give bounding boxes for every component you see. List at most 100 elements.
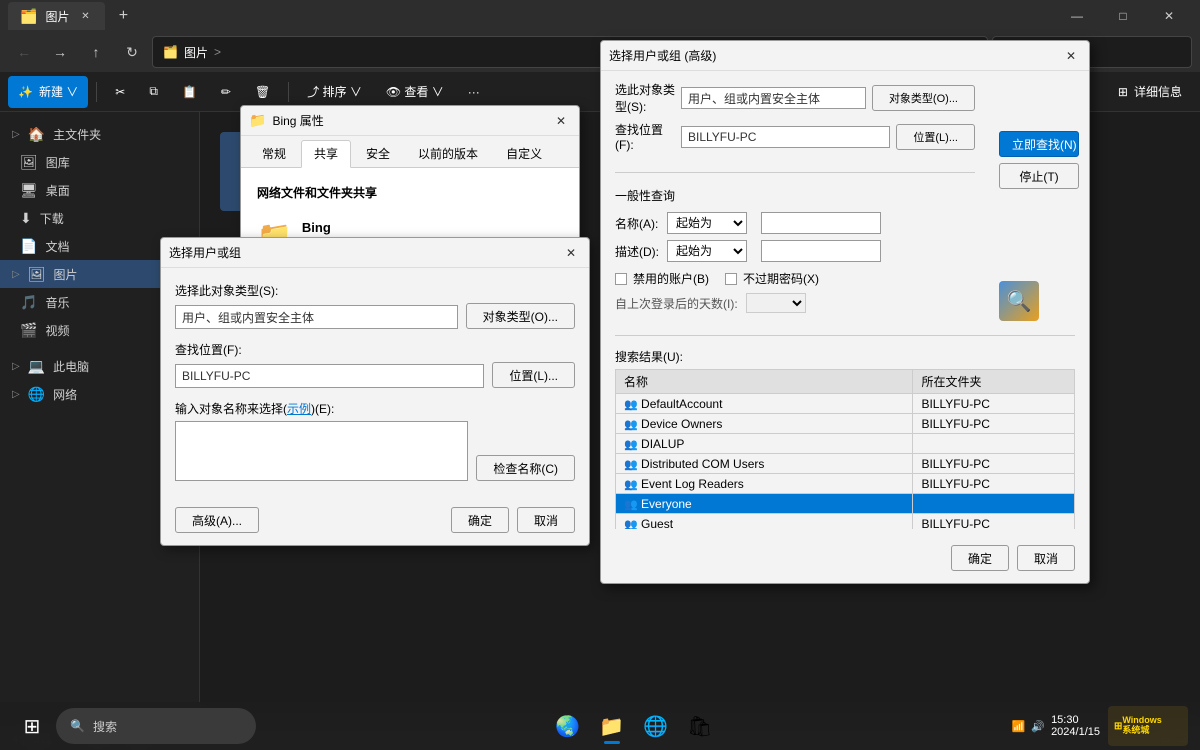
adv-ok-button[interactable]: 确定	[951, 545, 1009, 571]
computer-icon: 💻	[28, 358, 45, 375]
adv-desc-value-input[interactable]	[761, 240, 881, 262]
more-button[interactable]: ···	[458, 76, 490, 108]
select-user-title: 选择用户或组	[169, 244, 555, 261]
adv-noexpire-check[interactable]: 不过期密码(X)	[725, 270, 819, 287]
taskbar-app-1[interactable]: 🌏	[548, 706, 588, 746]
results-scroll-area[interactable]: 名称 所在文件夹 👥 DefaultAccount BILLYFU-PC 👥 D…	[615, 369, 1075, 529]
table-row[interactable]: 👥 Event Log Readers BILLYFU-PC	[616, 474, 1075, 494]
adv-cancel-button[interactable]: 取消	[1017, 545, 1075, 571]
select-user-dialog[interactable]: 选择用户或组 ✕ 选择此对象类型(S): 用户、组或内置安全主体 对象类型(O)…	[160, 237, 590, 546]
select-ok-button[interactable]: 确定	[451, 507, 509, 533]
find-now-button[interactable]: 立即查找(N)	[999, 131, 1079, 157]
forward-button[interactable]: →	[44, 36, 76, 68]
adv-location-btn[interactable]: 位置(L)...	[896, 124, 975, 150]
details-icon: ⊞	[1118, 85, 1128, 99]
details-button[interactable]: ⊞ 详细信息	[1108, 76, 1192, 108]
network-tray-icon[interactable]: 📶	[1012, 720, 1026, 733]
sidebar-label-music: 音乐	[45, 294, 69, 311]
disabled-label: 禁用的账户(B)	[633, 270, 709, 287]
sidebar-label-downloads: 下载	[40, 210, 64, 227]
location-input: BILLYFU-PC	[175, 364, 484, 388]
tab-previous[interactable]: 以前的版本	[405, 140, 491, 167]
adv-name-select[interactable]: 起始为	[667, 212, 747, 234]
object-type-button[interactable]: 对象类型(O)...	[466, 303, 575, 329]
taskbar-app-explorer[interactable]: 📁	[592, 706, 632, 746]
row-folder: BILLYFU-PC	[913, 454, 1075, 474]
adv-days-select[interactable]	[746, 293, 806, 313]
table-row[interactable]: 👥 Device Owners BILLYFU-PC	[616, 414, 1075, 434]
select-user-close[interactable]: ✕	[561, 243, 581, 263]
minimize-button[interactable]: —	[1054, 0, 1100, 32]
new-tab-button[interactable]: +	[109, 2, 137, 30]
row-name[interactable]: 👥 Guest	[616, 514, 913, 530]
noexpire-checkbox[interactable]	[725, 273, 737, 285]
row-folder: BILLYFU-PC	[913, 394, 1075, 414]
adv-general-title: 一般性查询	[615, 187, 975, 204]
tab-folder-icon: 🗂️	[20, 8, 37, 25]
sidebar-item-desktop[interactable]: 🖥 桌面	[0, 176, 199, 204]
name-textarea[interactable]	[175, 421, 468, 481]
sidebar-item-downloads[interactable]: ⬇ 下载	[0, 204, 199, 232]
row-name[interactable]: 👥 Device Owners	[616, 414, 913, 434]
back-button[interactable]: ←	[8, 36, 40, 68]
table-row[interactable]: 👥 DIALUP	[616, 434, 1075, 454]
row-name[interactable]: 👥 Everyone	[616, 494, 913, 514]
up-button[interactable]: ↑	[80, 36, 112, 68]
location-button[interactable]: 位置(L)...	[492, 362, 575, 388]
stop-button[interactable]: 停止(T)	[999, 163, 1079, 189]
volume-tray-icon[interactable]: 🔊	[1031, 720, 1045, 733]
taskbar-search[interactable]: 🔍 搜索	[56, 708, 256, 744]
taskbar-app-edge[interactable]: 🌐	[636, 706, 676, 746]
adv-name-value-input[interactable]	[761, 212, 881, 234]
taskbar-app-store[interactable]: 🛍	[680, 706, 720, 746]
row-name[interactable]: 👥 DIALUP	[616, 434, 913, 454]
select-cancel-button[interactable]: 取消	[517, 507, 575, 533]
table-row[interactable]: 👥 Guest BILLYFU-PC	[616, 514, 1075, 530]
row-name[interactable]: 👥 DefaultAccount	[616, 394, 913, 414]
bing-props-close[interactable]: ✕	[551, 111, 571, 131]
sidebar-item-gallery[interactable]: 🖼 图库	[0, 148, 199, 176]
tab-security[interactable]: 安全	[353, 140, 403, 167]
row-name[interactable]: 👥 Distributed COM Users	[616, 454, 913, 474]
advanced-button[interactable]: 高级(A)...	[175, 507, 259, 533]
sidebar-label-computer: 此电脑	[53, 358, 89, 375]
select-user-form: 选择此对象类型(S): 用户、组或内置安全主体 对象类型(O)... 查找位置(…	[161, 268, 589, 507]
adv-object-btn[interactable]: 对象类型(O)...	[872, 85, 975, 111]
close-button[interactable]: ✕	[1146, 0, 1192, 32]
sidebar-label-pictures: 图片	[53, 266, 77, 283]
table-row[interactable]: 👥 Distributed COM Users BILLYFU-PC	[616, 454, 1075, 474]
example-link[interactable]: 示例	[287, 402, 311, 416]
table-row[interactable]: 👥 DefaultAccount BILLYFU-PC	[616, 394, 1075, 414]
adv-dialog-close[interactable]: ✕	[1061, 46, 1081, 66]
row-folder: BILLYFU-PC	[913, 414, 1075, 434]
copy-button[interactable]: ⧉	[139, 76, 168, 108]
sidebar-label-documents: 文档	[45, 238, 69, 255]
row-name[interactable]: 👥 Event Log Readers	[616, 474, 913, 494]
adv-desc-select[interactable]: 起始为	[667, 240, 747, 262]
new-button[interactable]: ✨ 新建 ∨	[8, 76, 88, 108]
tab-close-icon: ✕	[81, 11, 89, 22]
paste-button[interactable]: 📋	[172, 76, 207, 108]
tab-custom[interactable]: 自定义	[493, 140, 555, 167]
tab-close-button[interactable]: ✕	[77, 8, 93, 24]
adv-disabled-check[interactable]: 禁用的账户(B)	[615, 270, 709, 287]
tab-share[interactable]: 共享	[301, 140, 351, 168]
cut-button[interactable]: ✂	[105, 76, 135, 108]
refresh-button[interactable]: ↻	[116, 36, 148, 68]
delete-button[interactable]: 🗑	[245, 76, 280, 108]
sort-button[interactable]: ⤴ 排序 ∨	[297, 76, 372, 108]
check-names-button[interactable]: 检查名称(C)	[476, 455, 575, 481]
explorer-tab[interactable]: 🗂️ 图片 ✕	[8, 2, 105, 30]
row-group-icon: 👥	[624, 399, 638, 411]
toolbar-separator	[96, 82, 97, 102]
clock[interactable]: 15:302024/1/15	[1051, 714, 1100, 738]
view-button[interactable]: 👁 查看 ∨	[376, 76, 454, 108]
start-button[interactable]: ⊞	[12, 706, 52, 746]
tab-general[interactable]: 常规	[249, 140, 299, 167]
maximize-button[interactable]: □	[1100, 0, 1146, 32]
disabled-checkbox[interactable]	[615, 273, 627, 285]
table-row[interactable]: 👥 Everyone	[616, 494, 1075, 514]
rename-button[interactable]: ✏	[211, 76, 241, 108]
sidebar-item-home[interactable]: ▷ 🏠 主文件夹	[0, 120, 199, 148]
advanced-select-dialog[interactable]: 选择用户或组 (高级) ✕ 选此对象类型(S): 用户、组或内置安全主体 对象类…	[600, 40, 1090, 584]
